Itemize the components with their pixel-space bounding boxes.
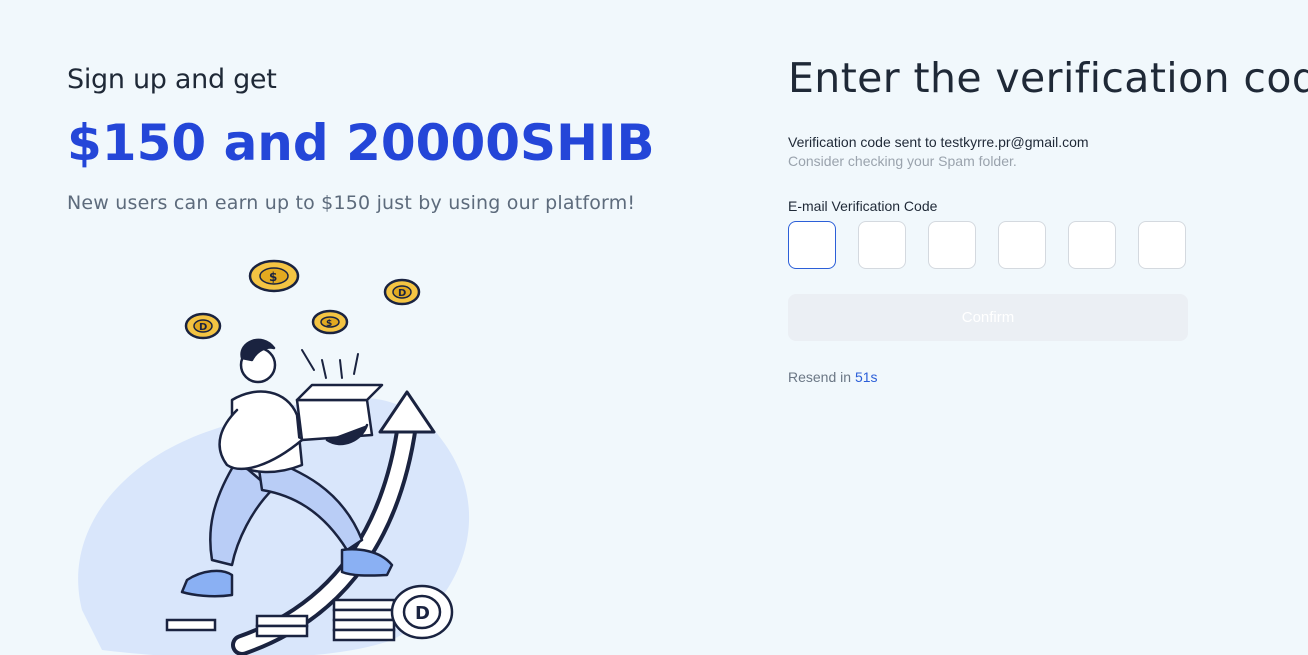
code-digit-6[interactable]: [1138, 221, 1186, 269]
coin-mark-dollar-small: $: [326, 319, 332, 329]
coin-mark-d-right: D: [398, 288, 406, 299]
recipient-email: testkyrre.pr@gmail.com: [940, 134, 1089, 150]
code-digit-2[interactable]: [858, 221, 906, 269]
code-sent-notice: Verification code sent to testkyrre.pr@g…: [788, 134, 1089, 150]
big-coin-mark: D: [415, 603, 430, 624]
signup-reward-illustration: D $ $ D D: [78, 259, 469, 655]
floating-coins: [184, 259, 421, 340]
coin-mark-d-left: D: [199, 322, 207, 333]
resend-timer: Resend in 51s: [788, 369, 878, 385]
confirm-button[interactable]: Confirm: [788, 294, 1188, 341]
promo-description: New users can earn up to $150 just by us…: [67, 192, 636, 214]
code-field-label: E-mail Verification Code: [788, 198, 938, 214]
promo-intro: Sign up and get: [67, 64, 277, 95]
promo-panel: Sign up and get $150 and 20000SHIB New u…: [67, 0, 687, 655]
code-digit-1[interactable]: [788, 221, 836, 269]
code-digit-5[interactable]: [1068, 221, 1116, 269]
code-inputs: [788, 221, 1186, 269]
resend-prefix: Resend in: [788, 369, 855, 385]
spam-hint: Consider checking your Spam folder.: [788, 153, 1017, 169]
verification-form: Enter the verification code Verification…: [788, 0, 1308, 655]
code-sent-prefix: Verification code sent to: [788, 134, 941, 150]
sparkle-lines: [301, 349, 359, 379]
promo-amount: $150 and 20000SHIB: [67, 114, 655, 172]
coin-mark-dollar-large: $: [269, 270, 277, 284]
page-title: Enter the verification code: [788, 54, 1308, 102]
resend-countdown[interactable]: 51s: [855, 369, 878, 385]
code-digit-3[interactable]: [928, 221, 976, 269]
code-digit-4[interactable]: [998, 221, 1046, 269]
